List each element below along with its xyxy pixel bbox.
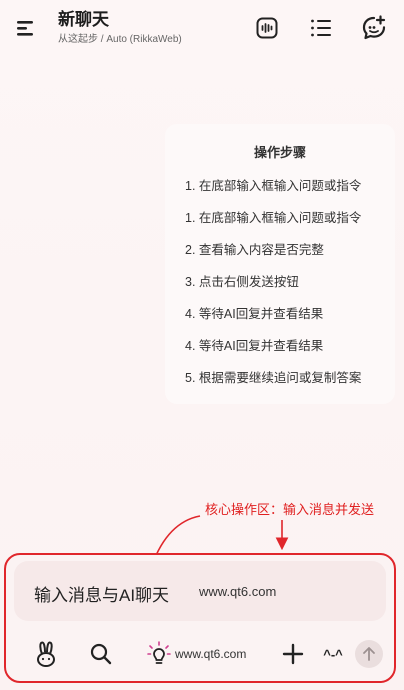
voice-wave-icon — [256, 17, 278, 39]
step-item: 3. 点击右侧发送按钮 — [185, 275, 299, 289]
plus-icon — [282, 643, 304, 665]
step-item: 2. 查看输入内容是否完整 — [185, 243, 324, 257]
face-icon: ^-^ — [323, 646, 343, 662]
steps-title: 操作步骤 — [253, 145, 306, 160]
title-block[interactable]: 新聊天 从这起步 / Auto (RikkaWeb) — [58, 9, 182, 47]
page-title: 新聊天 — [58, 10, 109, 29]
send-button[interactable] — [355, 640, 383, 668]
attach-button[interactable] — [280, 639, 306, 669]
new-chat-icon — [362, 15, 386, 40]
reasoning-button[interactable]: www.qt6.com — [147, 639, 267, 669]
list-icon — [311, 19, 331, 37]
step-item: 5. 根据需要继续追问或复制答案 — [185, 371, 362, 385]
message-input[interactable]: 输入消息与AI聊天 www.qt6.com — [14, 561, 386, 621]
step-item: 4. 等待AI回复并查看结果 — [185, 307, 324, 321]
emoji-button[interactable]: ^-^ — [318, 639, 348, 669]
new-chat-button[interactable] — [360, 14, 388, 42]
watermark-url: www.qt6.com — [199, 584, 277, 599]
lightbulb-icon — [147, 641, 171, 664]
message-input-placeholder: 输入消息与AI聊天 — [34, 586, 170, 605]
model-subtitle: 从这起步 / Auto (RikkaWeb) — [58, 34, 182, 45]
list-button[interactable] — [307, 14, 335, 42]
voice-button[interactable] — [253, 14, 281, 42]
search-icon — [90, 643, 112, 665]
send-arrow-icon — [363, 647, 375, 661]
bulb-url-text: www.qt6.com — [175, 647, 247, 661]
search-button[interactable] — [88, 639, 114, 669]
chat-page: 新聊天 从这起步 / Auto (RikkaWeb) 操作步骤 1. 在底部输入… — [0, 0, 404, 690]
menu-icon — [17, 21, 33, 36]
menu-button[interactable] — [12, 14, 40, 42]
composer-area: 输入消息与AI聊天 www.qt6.com www.qt6.com ^-^ — [4, 553, 396, 683]
assistant-button[interactable] — [33, 639, 59, 669]
step-item: 1. 在底部输入框输入问题或指令 — [185, 211, 362, 225]
step-item: 4. 等待AI回复并查看结果 — [185, 339, 324, 353]
annotation-label: 核心操作区：输入消息并发送 — [205, 502, 375, 517]
bunny-icon — [37, 641, 55, 667]
step-item: 1. 在底部输入框输入问题或指令 — [185, 179, 362, 193]
steps-card: 操作步骤 1. 在底部输入框输入问题或指令 1. 在底部输入框输入问题或指令 2… — [165, 124, 395, 404]
app-header: 新聊天 从这起步 / Auto (RikkaWeb) — [0, 0, 404, 56]
